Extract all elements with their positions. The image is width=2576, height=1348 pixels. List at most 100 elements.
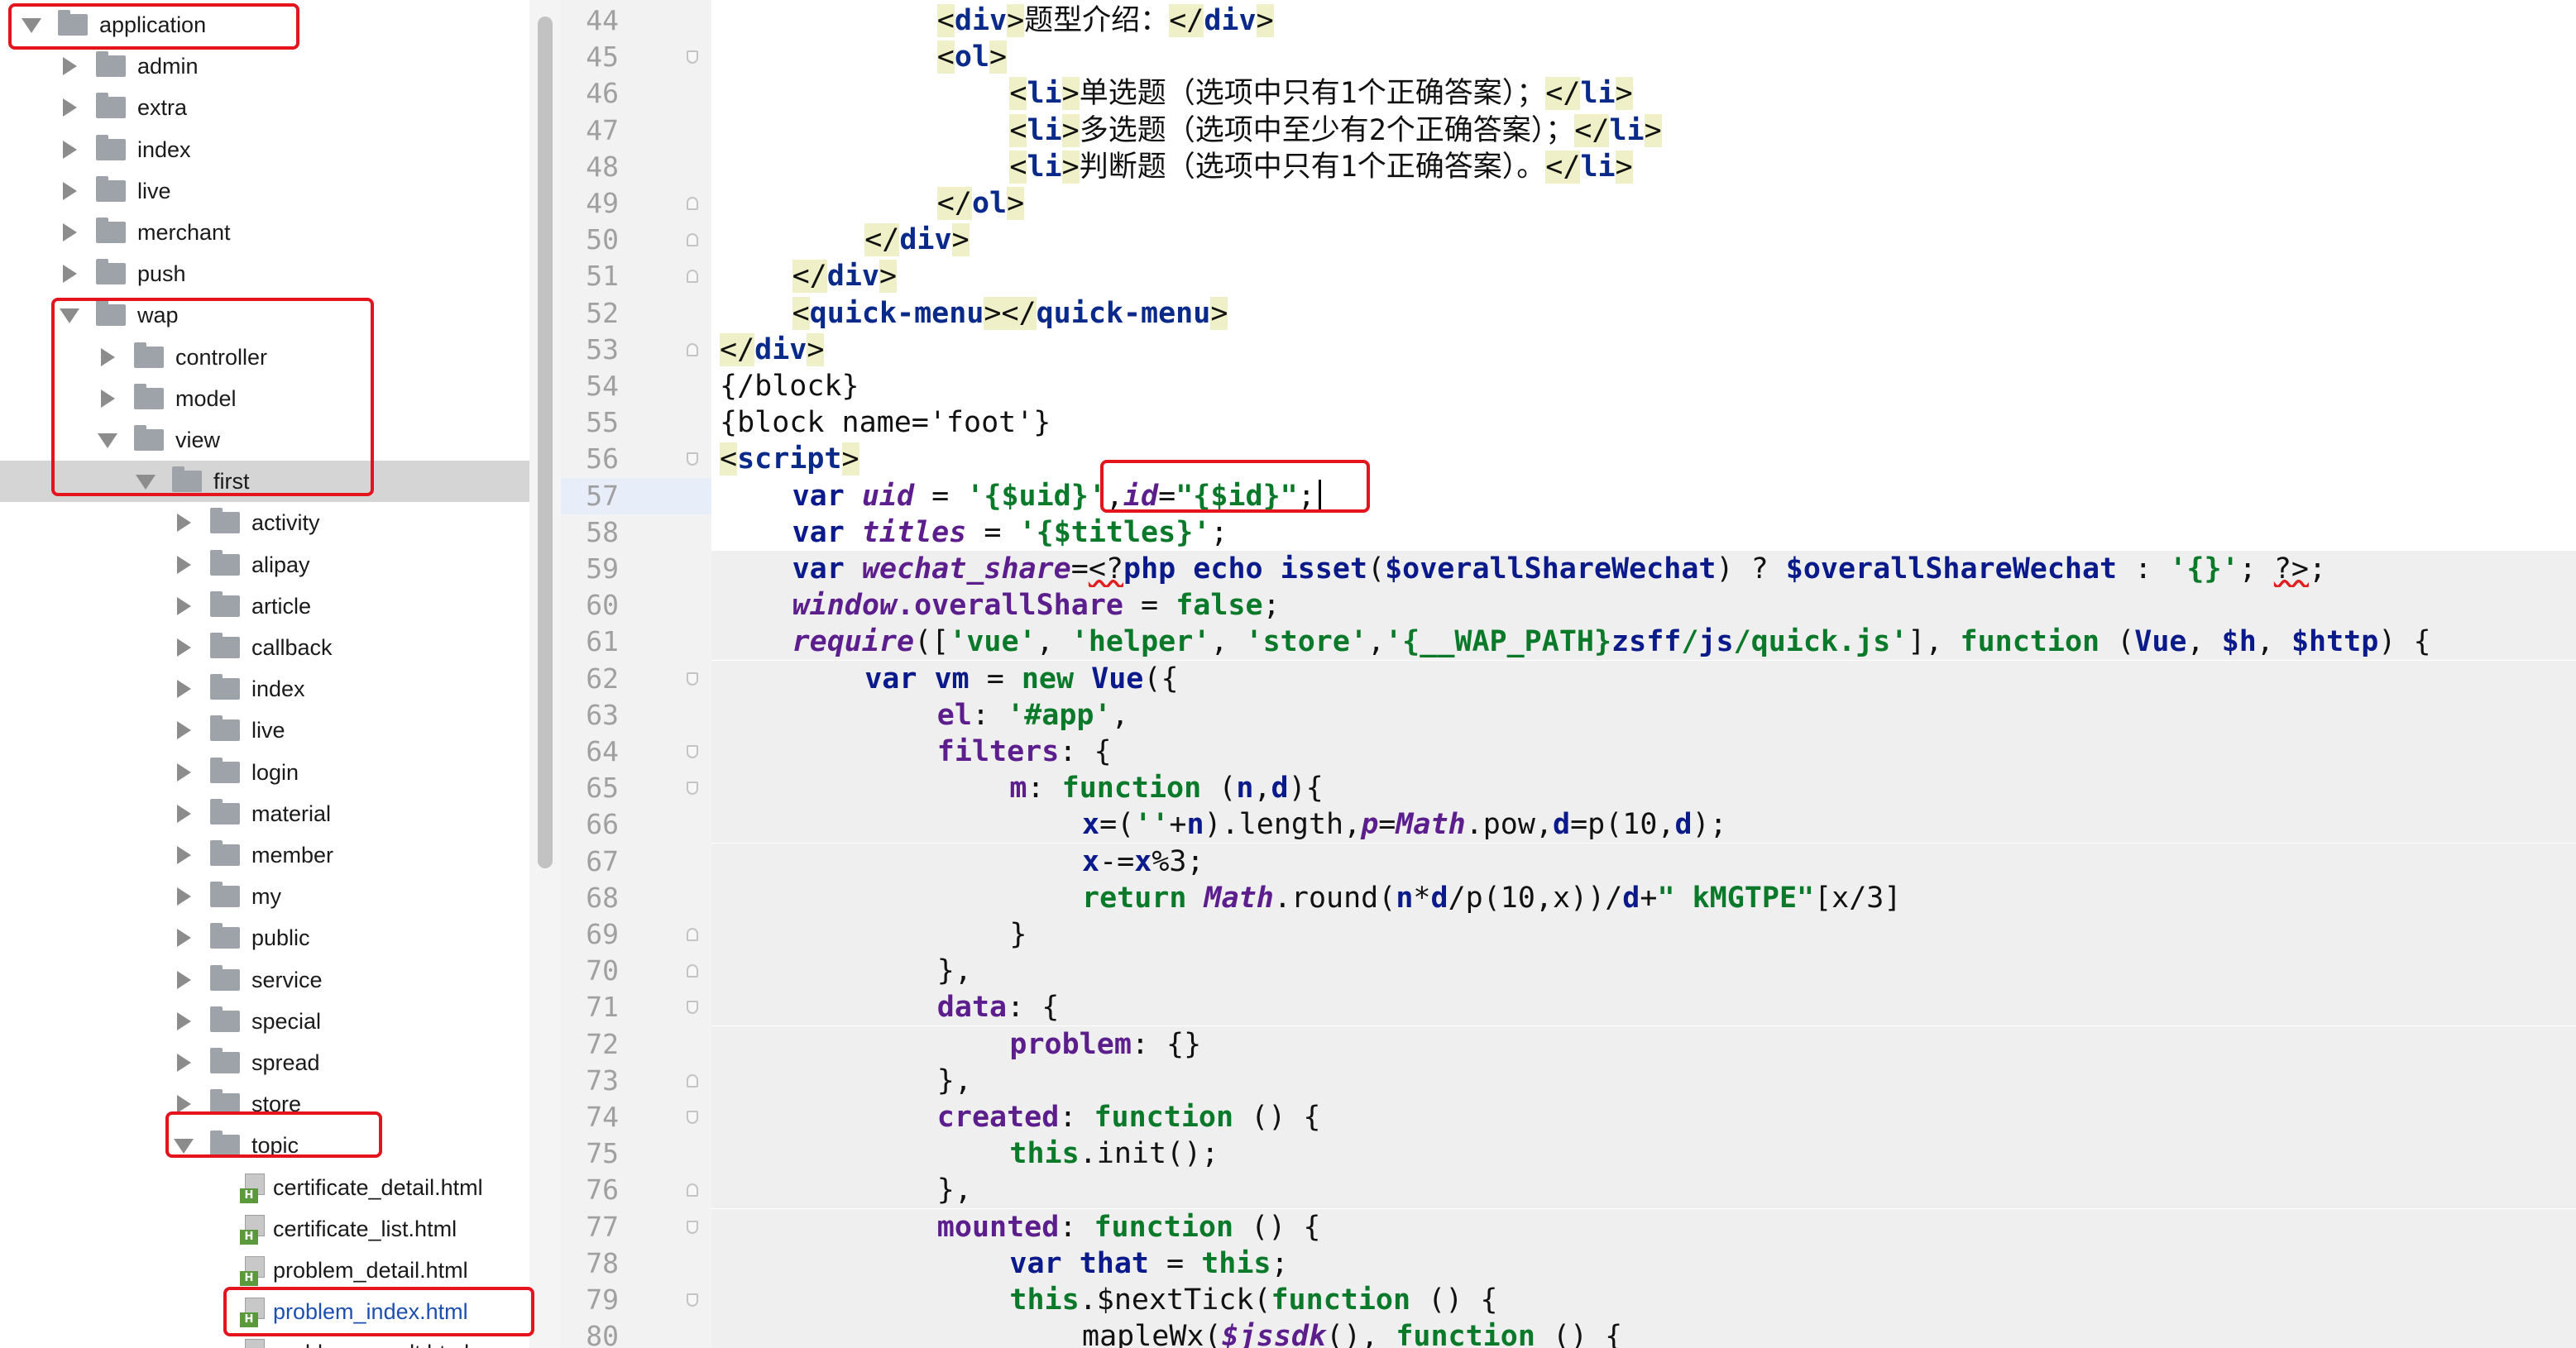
code-line[interactable]: el: '#app', <box>711 696 2576 734</box>
code-line[interactable]: <li>判断题（选项中只有1个正确答案）。</li> <box>711 149 2576 185</box>
fold-start-icon[interactable] <box>687 672 698 686</box>
gutter-line[interactable]: 70 <box>561 953 711 989</box>
code-area[interactable]: <div>题型介绍：</div> <ol> <li>单选题（选项中只有1个正确答案）… <box>711 0 2576 1348</box>
code-line[interactable]: }, <box>711 1172 2576 1209</box>
gutter-line[interactable]: 52 <box>561 295 711 332</box>
gutter-line[interactable]: 80 <box>561 1318 711 1348</box>
tree-item-controller[interactable]: controller <box>0 337 529 378</box>
fold-end-icon[interactable] <box>687 270 698 284</box>
gutter-line[interactable]: 60 <box>561 587 711 624</box>
gutter-line[interactable]: 63 <box>561 697 711 734</box>
fold-start-icon[interactable] <box>687 50 698 65</box>
fold-start-icon[interactable] <box>687 1001 698 1015</box>
tree-item-index[interactable]: index <box>0 668 529 710</box>
expand-right-icon[interactable] <box>177 887 191 906</box>
gutter-line[interactable]: 54 <box>561 368 711 404</box>
gutter-line[interactable]: 51 <box>561 258 711 294</box>
tree-item-model[interactable]: model <box>0 378 529 419</box>
tree-item-topic[interactable]: topic <box>0 1125 529 1166</box>
code-line[interactable]: var vm = new Vue({ <box>711 660 2576 697</box>
gutter-line[interactable]: 45 <box>561 39 711 75</box>
expand-right-icon[interactable] <box>63 223 77 241</box>
gutter-line[interactable]: 79 <box>561 1282 711 1318</box>
expand-right-icon[interactable] <box>63 265 77 284</box>
expand-down-icon[interactable] <box>60 308 79 324</box>
expand-right-icon[interactable] <box>63 98 77 117</box>
expand-right-icon[interactable] <box>177 1054 191 1072</box>
code-line[interactable]: x=(''+n).length,p=Math.pow,d=p(10,d); <box>711 806 2576 844</box>
expand-right-icon[interactable] <box>177 596 191 615</box>
code-line[interactable]: m: function (n,d){ <box>711 770 2576 807</box>
expand-down-icon[interactable] <box>136 475 156 490</box>
gutter-line[interactable]: 65 <box>561 770 711 806</box>
gutter-line[interactable]: 61 <box>561 624 711 660</box>
tree-item-store[interactable]: store <box>0 1083 529 1125</box>
tree-item-view[interactable]: view <box>0 419 529 461</box>
fold-start-icon[interactable] <box>687 745 698 758</box>
gutter-line[interactable]: 69 <box>561 916 711 953</box>
expand-right-icon[interactable] <box>177 929 191 948</box>
expand-right-icon[interactable] <box>101 347 115 366</box>
tree-item-problem-index-html[interactable]: Hproblem_index.html <box>0 1291 529 1332</box>
gutter-line[interactable]: 53 <box>561 332 711 368</box>
tree-item-wap[interactable]: wap <box>0 294 529 336</box>
code-line[interactable]: <quick-menu></quick-menu> <box>711 295 2576 332</box>
expand-right-icon[interactable] <box>177 638 191 657</box>
expand-right-icon[interactable] <box>177 680 191 699</box>
tree-item-my[interactable]: my <box>0 876 529 917</box>
code-line[interactable]: window.overallShare = false; <box>711 587 2576 624</box>
fold-end-icon[interactable] <box>687 233 698 247</box>
code-line[interactable]: var uid = '{$uid}',id="{$id}"; <box>711 478 2576 514</box>
gutter-line[interactable]: 66 <box>561 806 711 843</box>
code-line[interactable]: <div>题型介绍：</div> <box>711 2 2576 39</box>
gutter-line[interactable]: 64 <box>561 734 711 770</box>
fold-end-icon[interactable] <box>687 1073 698 1087</box>
tree-item-live[interactable]: live <box>0 170 529 212</box>
tree-item-service[interactable]: service <box>0 959 529 1001</box>
code-line[interactable]: this.init(); <box>711 1135 2576 1173</box>
fold-start-icon[interactable] <box>687 782 698 796</box>
code-line[interactable]: var wechat_share=<?php echo isset($overa… <box>711 551 2576 587</box>
tree-item-material[interactable]: material <box>0 793 529 834</box>
gutter-line[interactable]: 68 <box>561 880 711 916</box>
gutter-line[interactable]: 59 <box>561 551 711 587</box>
code-line[interactable]: this.$nextTick(function () { <box>711 1282 2576 1318</box>
tree-item-admin[interactable]: admin <box>0 45 529 87</box>
expand-right-icon[interactable] <box>63 140 77 159</box>
gutter-line[interactable]: 44 <box>561 2 711 39</box>
fold-end-icon[interactable] <box>687 197 698 210</box>
gutter-line[interactable]: 48 <box>561 149 711 185</box>
fold-start-icon[interactable] <box>687 1293 698 1307</box>
code-line[interactable]: x-=x%3; <box>711 843 2576 880</box>
tree-item-live[interactable]: live <box>0 710 529 751</box>
tree-item-first[interactable]: first <box>0 461 529 503</box>
code-line[interactable]: }, <box>711 1062 2576 1099</box>
code-line[interactable]: <li>多选题（选项中至少有2个正确答案）；</li> <box>711 112 2576 149</box>
tree-item-special[interactable]: special <box>0 1001 529 1042</box>
tree-item-extra[interactable]: extra <box>0 87 529 128</box>
expand-right-icon[interactable] <box>177 1095 191 1114</box>
tree-item-activity[interactable]: activity <box>0 502 529 543</box>
gutter-line[interactable]: 58 <box>561 514 711 551</box>
code-line[interactable]: <ol> <box>711 39 2576 75</box>
code-line[interactable]: var that = this; <box>711 1245 2576 1282</box>
expand-right-icon[interactable] <box>177 721 191 740</box>
code-line[interactable]: {/block} <box>711 368 2576 404</box>
code-line[interactable]: mapleWx($jssdk(), function () { <box>711 1318 2576 1348</box>
fold-end-icon[interactable] <box>687 964 698 978</box>
tree-item-spread[interactable]: spread <box>0 1042 529 1083</box>
gutter-line[interactable]: 46 <box>561 75 711 112</box>
code-line[interactable]: <li>单选题（选项中只有1个正确答案）；</li> <box>711 75 2576 112</box>
expand-right-icon[interactable] <box>63 181 77 200</box>
code-line[interactable]: </ol> <box>711 185 2576 222</box>
fold-end-icon[interactable] <box>687 928 698 941</box>
code-line[interactable]: </div> <box>711 222 2576 258</box>
tree-scroll-track[interactable] <box>529 0 562 1348</box>
tree-item-public[interactable]: public <box>0 917 529 958</box>
expand-right-icon[interactable] <box>177 846 191 864</box>
expand-right-icon[interactable] <box>63 57 77 76</box>
expand-down-icon[interactable] <box>174 1139 194 1154</box>
gutter-line[interactable]: 78 <box>561 1245 711 1282</box>
gutter-line[interactable]: 73 <box>561 1063 711 1099</box>
gutter-line[interactable]: 71 <box>561 989 711 1025</box>
